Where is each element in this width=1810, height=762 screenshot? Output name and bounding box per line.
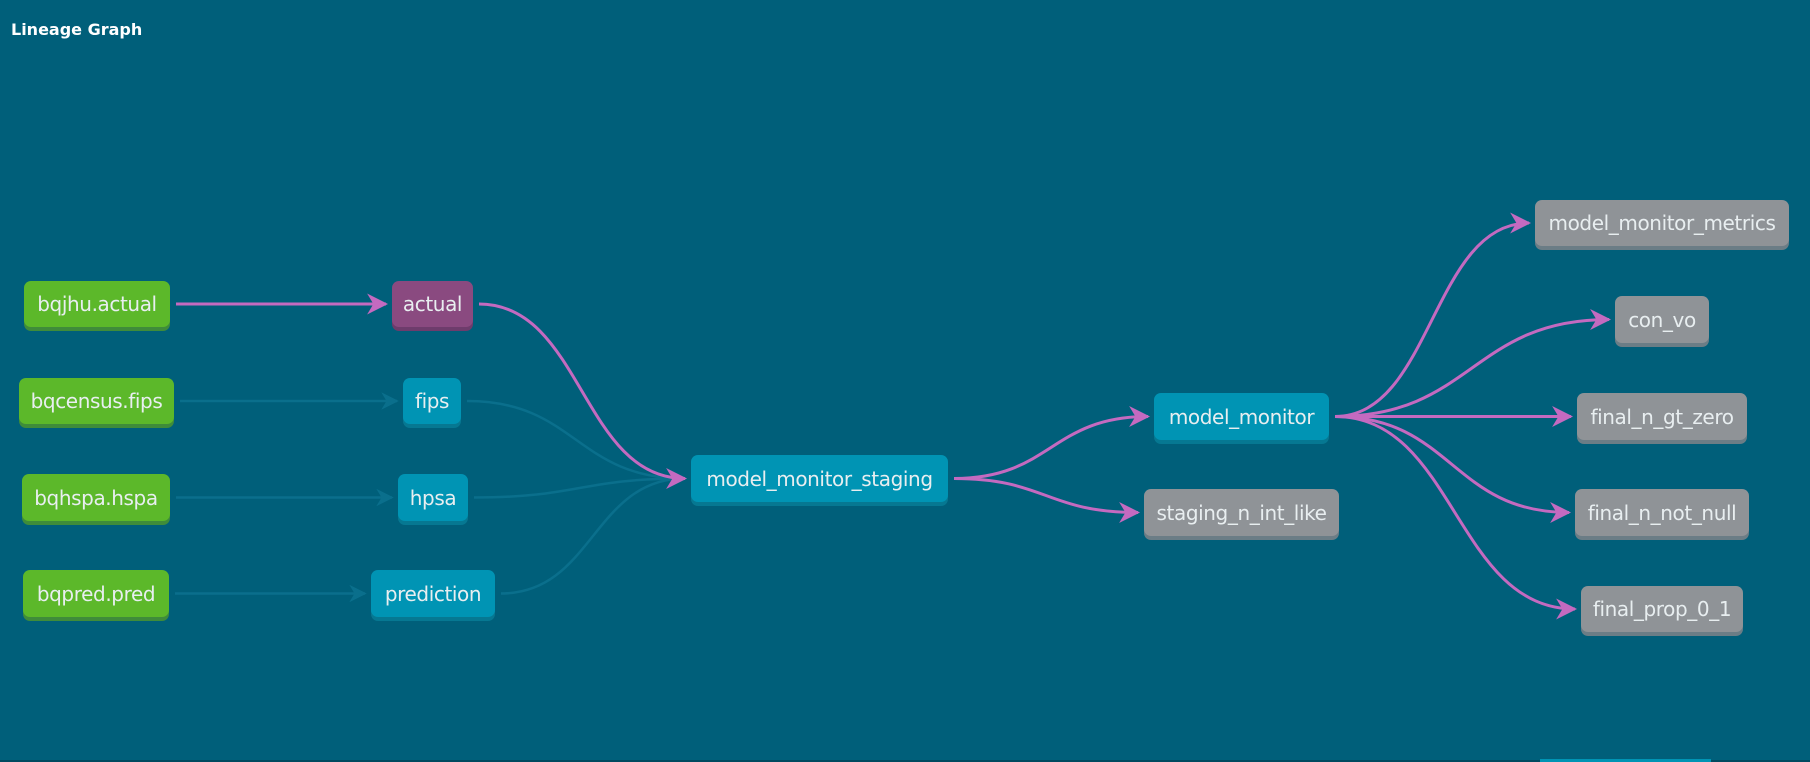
node-label: prediction [384,581,482,606]
node-label: final_n_not_null [1587,500,1737,525]
edge-model-monitor-to-final-n-not-null [1334,415,1572,523]
node-hpsa[interactable]: hpsa [398,474,468,521]
node-label: final_prop_0_1 [1592,597,1732,621]
node-label: bqcensus.fips [30,389,163,413]
node-label: model_monitor_metrics [1548,211,1776,235]
node-actual[interactable]: actual [392,281,473,327]
node-bqcensus-fips[interactable]: bqcensus.fips [19,378,174,424]
node-label: model_monitor [1168,404,1315,429]
edge-fips-to-model-monitor-staging [466,399,687,488]
node-label: bqhspa.hspa [34,485,158,510]
node-bqpred-pred[interactable]: bqpred.pred [23,570,169,617]
node-label: bqjhu.actual [37,292,157,316]
edges-layer [174,212,1612,620]
node-label: actual [402,292,463,316]
node-bqhspa-hspa[interactable]: bqhspa.hspa [22,474,170,521]
node-label: hpsa [409,485,457,510]
node-label: final_n_gt_zero [1590,404,1734,429]
edge-model-monitor-staging-to-model-monitor [953,406,1151,480]
node-final-prop-0-1[interactable]: final_prop_0_1 [1581,586,1743,632]
edge-actual-to-model-monitor-staging [478,302,688,489]
edge-model-monitor-to-final-prop-0-1 [1334,415,1578,620]
node-staging-n-int-like[interactable]: staging_n_int_like [1144,489,1339,536]
node-con-vo[interactable]: con_vo [1615,296,1709,343]
edge-model-monitor-to-model-monitor-metrics [1334,212,1532,418]
node-label: con_vo [1628,307,1696,332]
edge-hpsa-to-model-monitor-staging [473,469,687,499]
node-model-monitor-metrics[interactable]: model_monitor_metrics [1535,200,1789,246]
node-label: bqpred.pred [36,581,156,606]
node-label: fips [414,389,450,413]
node-prediction[interactable]: prediction [371,570,495,617]
lineage-graph-canvas[interactable] [0,0,1810,762]
node-label: staging_n_int_like [1156,500,1327,525]
node-label: model_monitor_staging [706,466,933,491]
node-final-n-not-null[interactable]: final_n_not_null [1575,489,1749,536]
node-fips[interactable]: fips [403,378,461,424]
node-model-monitor[interactable]: model_monitor [1154,393,1329,440]
edge-model-monitor-staging-to-staging-n-int-like [953,477,1141,523]
node-final-n-gt-zero[interactable]: final_n_gt_zero [1577,393,1747,440]
node-bqjhu-actual[interactable]: bqjhu.actual [24,281,170,327]
node-model-monitor-staging[interactable]: model_monitor_staging [691,455,948,502]
